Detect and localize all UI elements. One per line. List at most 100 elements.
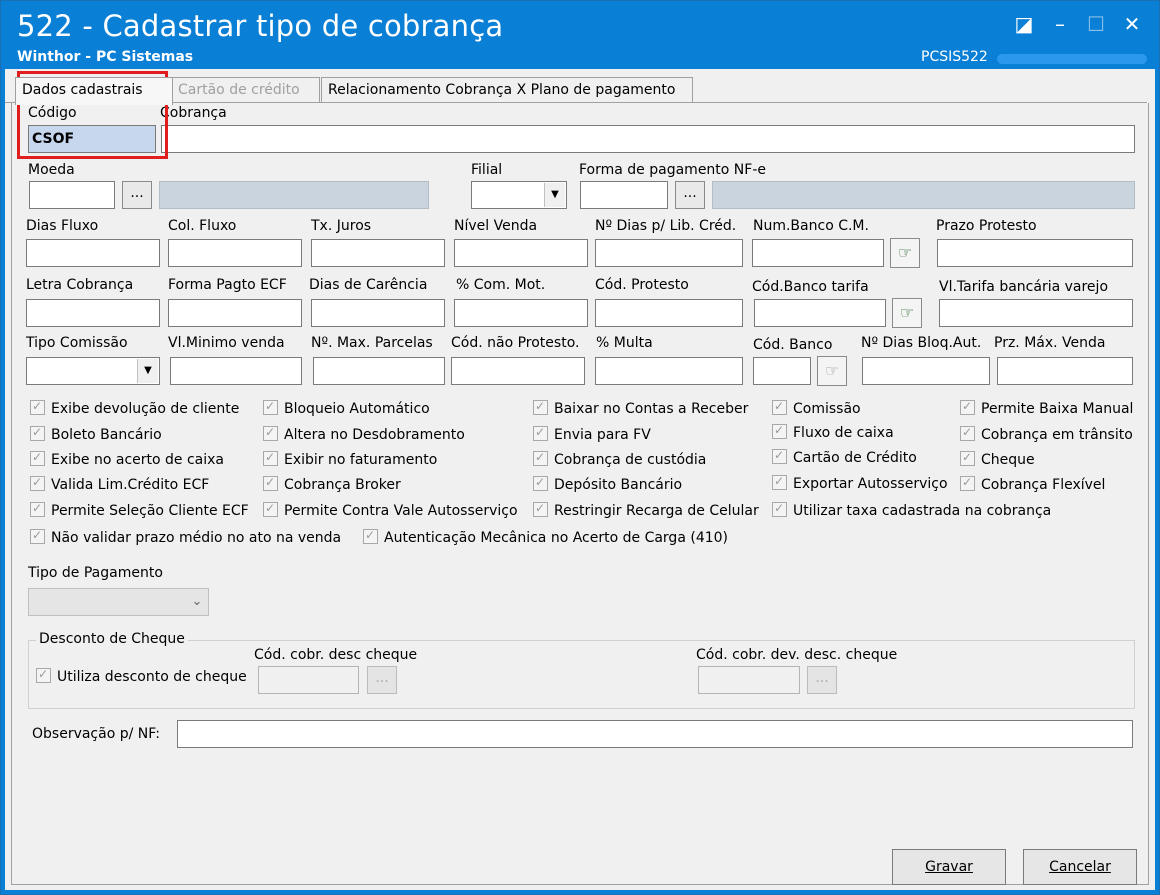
checkbox-envia-fv[interactable]: Envia para FV [533, 423, 651, 444]
com-mot-field[interactable] [454, 299, 588, 327]
close-icon[interactable]: ✕ [1121, 13, 1143, 35]
checkbox-permite-baixa-manual[interactable]: Permite Baixa Manual [960, 397, 1133, 418]
tipo-pagamento-select[interactable]: ⌄ [28, 588, 209, 616]
checkbox-label: Não validar prazo médio no ato na venda [51, 530, 342, 546]
cod-cobr-desc-cheque-field[interactable] [258, 666, 359, 694]
letra-cobranca-field[interactable] [26, 299, 160, 327]
checkbox-label: Comissão [793, 401, 861, 417]
col-fluxo-field[interactable] [168, 239, 302, 267]
observacao-nf-field[interactable] [177, 720, 1133, 748]
checkbox-bloqueio-automatico[interactable]: Bloqueio Automático [263, 397, 430, 418]
dias-lib-cred-field[interactable] [595, 239, 743, 267]
tipo-comissao-select[interactable]: ▼ [26, 357, 160, 385]
prz-max-venda-field[interactable] [997, 357, 1133, 385]
cod-cobr-dev-desc-cheque-field[interactable] [698, 666, 800, 694]
checkbox-icon [263, 448, 278, 466]
cancelar-button[interactable]: Cancelar [1023, 849, 1137, 885]
gravar-label: Gravar [925, 859, 973, 875]
forma-pagamento-nfe-field[interactable] [580, 181, 668, 209]
minimize-icon[interactable]: – [1049, 13, 1071, 35]
checkbox-icon [960, 473, 975, 491]
forma-pagamento-nfe-search-button[interactable]: ... [675, 181, 705, 209]
checkbox-fluxo-caixa[interactable]: Fluxo de caixa [772, 421, 894, 442]
cod-banco-lookup-icon[interactable]: ☞ [817, 356, 847, 386]
maximize-icon[interactable]: ☐ [1085, 13, 1107, 35]
tab-dados-cadastrais[interactable]: Dados cadastrais [15, 77, 173, 105]
vl-minimo-venda-label: Vl.Minimo venda [168, 335, 285, 351]
num-banco-cm-field[interactable] [752, 239, 884, 267]
checkbox-cobranca-custodia[interactable]: Cobrança de custódia [533, 448, 706, 469]
dias-bloq-aut-field[interactable] [862, 357, 990, 385]
cod-cobr-desc-cheque-search-button[interactable]: ... [367, 666, 397, 694]
checkbox-nao-validar-prazo-medio[interactable]: Não validar prazo médio no ato na venda [30, 526, 342, 547]
max-parcelas-label: Nº. Max. Parcelas [311, 335, 433, 351]
checkbox-utiliza-desconto-cheque[interactable]: Utiliza desconto de cheque [36, 665, 247, 686]
cod-banco-field[interactable] [753, 357, 811, 385]
nivel-venda-field[interactable] [454, 239, 588, 267]
checkbox-icon [533, 397, 548, 415]
checkbox-utilizar-taxa-cadastrada[interactable]: Utilizar taxa cadastrada na cobrança [772, 499, 1051, 520]
checkbox-cobranca-flexivel[interactable]: Cobrança Flexível [960, 473, 1105, 494]
checkbox-baixar-contas-receber[interactable]: Baixar no Contas a Receber [533, 397, 749, 418]
checkbox-label: Baixar no Contas a Receber [554, 401, 749, 417]
vl-tarifa-bancaria-field[interactable] [939, 299, 1133, 327]
filial-select[interactable]: ▼ [471, 181, 567, 209]
forma-pagto-ecf-field[interactable] [168, 299, 302, 327]
cod-protesto-field[interactable] [595, 299, 743, 327]
checkbox-altera-desdobramento[interactable]: Altera no Desdobramento [263, 423, 465, 444]
cod-cobr-desc-cheque-label: Cód. cobr. desc cheque [254, 647, 418, 663]
vl-tarifa-bancaria-label: Vl.Tarifa bancária varejo [939, 279, 1109, 295]
cobranca-field[interactable] [161, 125, 1135, 153]
checkbox-boleto-bancario[interactable]: Boleto Bancário [30, 423, 162, 444]
checkbox-cartao-credito[interactable]: Cartão de Crédito [772, 446, 917, 467]
codigo-field[interactable]: CSOF [28, 125, 156, 153]
checkbox-cobranca-broker[interactable]: Cobrança Broker [263, 473, 401, 494]
checkbox-exibir-faturamento[interactable]: Exibir no faturamento [263, 448, 437, 469]
cod-banco-tarifa-field[interactable] [754, 299, 886, 327]
cod-banco-tarifa-label: Cód.Banco tarifa [752, 279, 869, 295]
checkbox-comissao[interactable]: Comissão [772, 397, 861, 418]
cod-cobr-dev-desc-cheque-search-button[interactable]: ... [807, 666, 837, 694]
tab-relacionamento[interactable]: Relacionamento Cobrança X Plano de pagam… [321, 77, 693, 103]
checkbox-exportar-autosservico[interactable]: Exportar Autosserviço [772, 472, 948, 493]
checkbox-icon [772, 472, 787, 490]
moeda-search-button[interactable]: ... [122, 181, 152, 209]
checkbox-permite-selecao-cliente-ecf[interactable]: Permite Seleção Cliente ECF [30, 499, 249, 520]
tx-juros-field[interactable] [311, 239, 445, 267]
checkbox-icon [960, 448, 975, 466]
gravar-button[interactable]: Gravar [892, 849, 1006, 885]
num-banco-cm-lookup-icon[interactable]: ☞ [890, 238, 920, 268]
multa-label: % Multa [596, 335, 653, 351]
checkbox-cobranca-transito[interactable]: Cobrança em trânsito [960, 423, 1133, 444]
vl-minimo-venda-field[interactable] [170, 357, 302, 385]
checkbox-exibe-devolucao[interactable]: Exibe devolução de cliente [30, 397, 239, 418]
restore-icon[interactable]: ◪ [1013, 13, 1035, 35]
checkbox-label: Cartão de Crédito [793, 450, 917, 466]
checkbox-label: Cobrança em trânsito [981, 427, 1133, 443]
prazo-protesto-field[interactable] [937, 239, 1133, 267]
checkbox-label: Permite Contra Vale Autosserviço [284, 503, 518, 519]
checkbox-icon [772, 499, 787, 517]
checkbox-autenticacao-mecanica[interactable]: Autenticação Mecânica no Acerto de Carga… [363, 526, 728, 547]
checkbox-icon [30, 499, 45, 517]
checkbox-restringir-recarga[interactable]: Restringir Recarga de Celular [533, 499, 759, 520]
checkbox-label: Permite Seleção Cliente ECF [51, 503, 249, 519]
dias-carencia-field[interactable] [311, 299, 445, 327]
max-parcelas-field[interactable] [313, 357, 445, 385]
checkbox-permite-contra-vale[interactable]: Permite Contra Vale Autosserviço [263, 499, 518, 520]
multa-field[interactable] [595, 357, 743, 385]
dias-fluxo-field[interactable] [26, 239, 160, 267]
checkbox-cheque[interactable]: Cheque [960, 448, 1035, 469]
forma-pagamento-nfe-description [712, 181, 1135, 209]
tab-cartao-credito[interactable]: Cartão de crédito [171, 77, 320, 103]
checkbox-icon [263, 499, 278, 517]
checkbox-deposito-bancario[interactable]: Depósito Bancário [533, 473, 682, 494]
cod-nao-protesto-field[interactable] [451, 357, 585, 385]
title-bar: 522 - Cadastrar tipo de cobrança Winthor… [1, 1, 1159, 69]
checkbox-exibe-acerto-caixa[interactable]: Exibe no acerto de caixa [30, 448, 224, 469]
moeda-field[interactable] [29, 181, 115, 209]
dias-fluxo-label: Dias Fluxo [26, 218, 99, 234]
cod-cobr-dev-desc-cheque-label: Cód. cobr. dev. desc. cheque [696, 647, 898, 663]
cod-banco-tarifa-lookup-icon[interactable]: ☞ [892, 298, 922, 328]
checkbox-valida-lim-credito-ecf[interactable]: Valida Lim.Crédito ECF [30, 473, 209, 494]
